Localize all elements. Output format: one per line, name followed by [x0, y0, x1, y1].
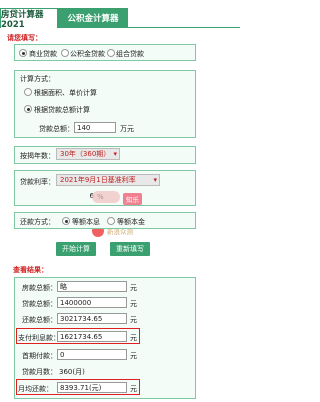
calc-opt-total: 根据贷款总额计算 — [34, 106, 90, 114]
result-label: 贷款总额： — [22, 300, 57, 308]
repay-opt2: 等额本金 — [117, 218, 145, 226]
result-unit: 元 — [130, 300, 137, 308]
calc-opt-area: 根据面积、单价计算 — [34, 89, 97, 97]
calc-method-label: 计算方式： — [20, 75, 55, 83]
repay-label: 还款方式： — [20, 218, 55, 226]
result-unit: 元 — [130, 316, 137, 324]
rate-select[interactable]: 2021年9月1日基准利率 ▾ — [56, 174, 160, 186]
refill-button[interactable]: 重新填写 — [110, 242, 150, 256]
results-title: 查看结果： — [13, 266, 48, 274]
result-label: 月均还款： — [18, 385, 53, 393]
radio-equal-principal[interactable] — [107, 217, 115, 225]
radio-fund[interactable] — [61, 49, 69, 57]
tab-fund[interactable]: 公积金计算器 — [58, 8, 128, 28]
rate-value: 2021年9月1日基准利率 — [60, 176, 136, 184]
result-label: 首期付款： — [22, 352, 57, 360]
rate-dropdown-icon: ▾ — [153, 176, 157, 184]
loan-total-input[interactable]: 140 — [74, 122, 116, 133]
result-unit: 元 — [130, 284, 137, 292]
fill-in-title: 请您填写： — [7, 34, 42, 42]
radio-commercial[interactable] — [19, 49, 27, 57]
loan-total-label: 贷款总额： — [39, 125, 74, 133]
radio-equal-installment[interactable] — [62, 217, 70, 225]
result-repay-total: 3021734.65 — [57, 313, 127, 324]
rate-multiplier-input[interactable]: 6 — [64, 191, 94, 202]
result-label: 房款总额： — [22, 284, 57, 292]
radio-combo[interactable] — [107, 49, 115, 57]
loan-type-combo: 组合贷款 — [116, 50, 144, 58]
result-unit: 元 — [130, 385, 137, 393]
term-value: 30年（360期） — [60, 150, 111, 158]
tab-mortgage[interactable]: 房贷计算器2021 — [0, 8, 58, 30]
watermark-tag: 知乐 — [123, 193, 142, 205]
result-unit: 元 — [130, 334, 137, 342]
loan-type-fund: 公积金贷款 — [70, 50, 105, 58]
result-label: 支付利息款： — [18, 334, 60, 342]
result-house-total: 略 — [57, 281, 127, 292]
term-select[interactable]: 30年（360期） ▾ — [56, 148, 120, 160]
result-label: 贷款月数： — [22, 368, 57, 376]
tab-divider — [58, 27, 240, 28]
result-label: 还款总额： — [22, 316, 57, 324]
result-months: 360(月) — [59, 368, 85, 376]
result-monthly: 8393.71(元) — [57, 382, 127, 393]
result-interest: 1621734.65 — [57, 331, 127, 342]
start-button[interactable]: 开始计算 — [56, 242, 96, 256]
result-down-payment: 0 — [57, 349, 127, 360]
loan-total-unit: 万元 — [120, 125, 134, 133]
loan-type-commercial: 商业贷款 — [29, 50, 57, 58]
radio-total[interactable] — [24, 105, 32, 113]
watermark-logo-icon — [92, 191, 120, 203]
term-dropdown-icon: ▾ — [113, 150, 117, 158]
result-loan-total: 1400000 — [57, 297, 127, 308]
result-unit: 元 — [130, 352, 137, 360]
radio-area-price[interactable] — [24, 88, 32, 96]
repay-opt1: 等额本息 — [72, 218, 100, 226]
mortgage-calculator: 房贷计算器2021 公积金计算器 请您填写： 商业贷款 公积金贷款 组合贷款 计… — [0, 0, 240, 402]
rate-label: 贷款利率： — [20, 178, 55, 186]
term-label: 按揭年数： — [20, 152, 55, 160]
